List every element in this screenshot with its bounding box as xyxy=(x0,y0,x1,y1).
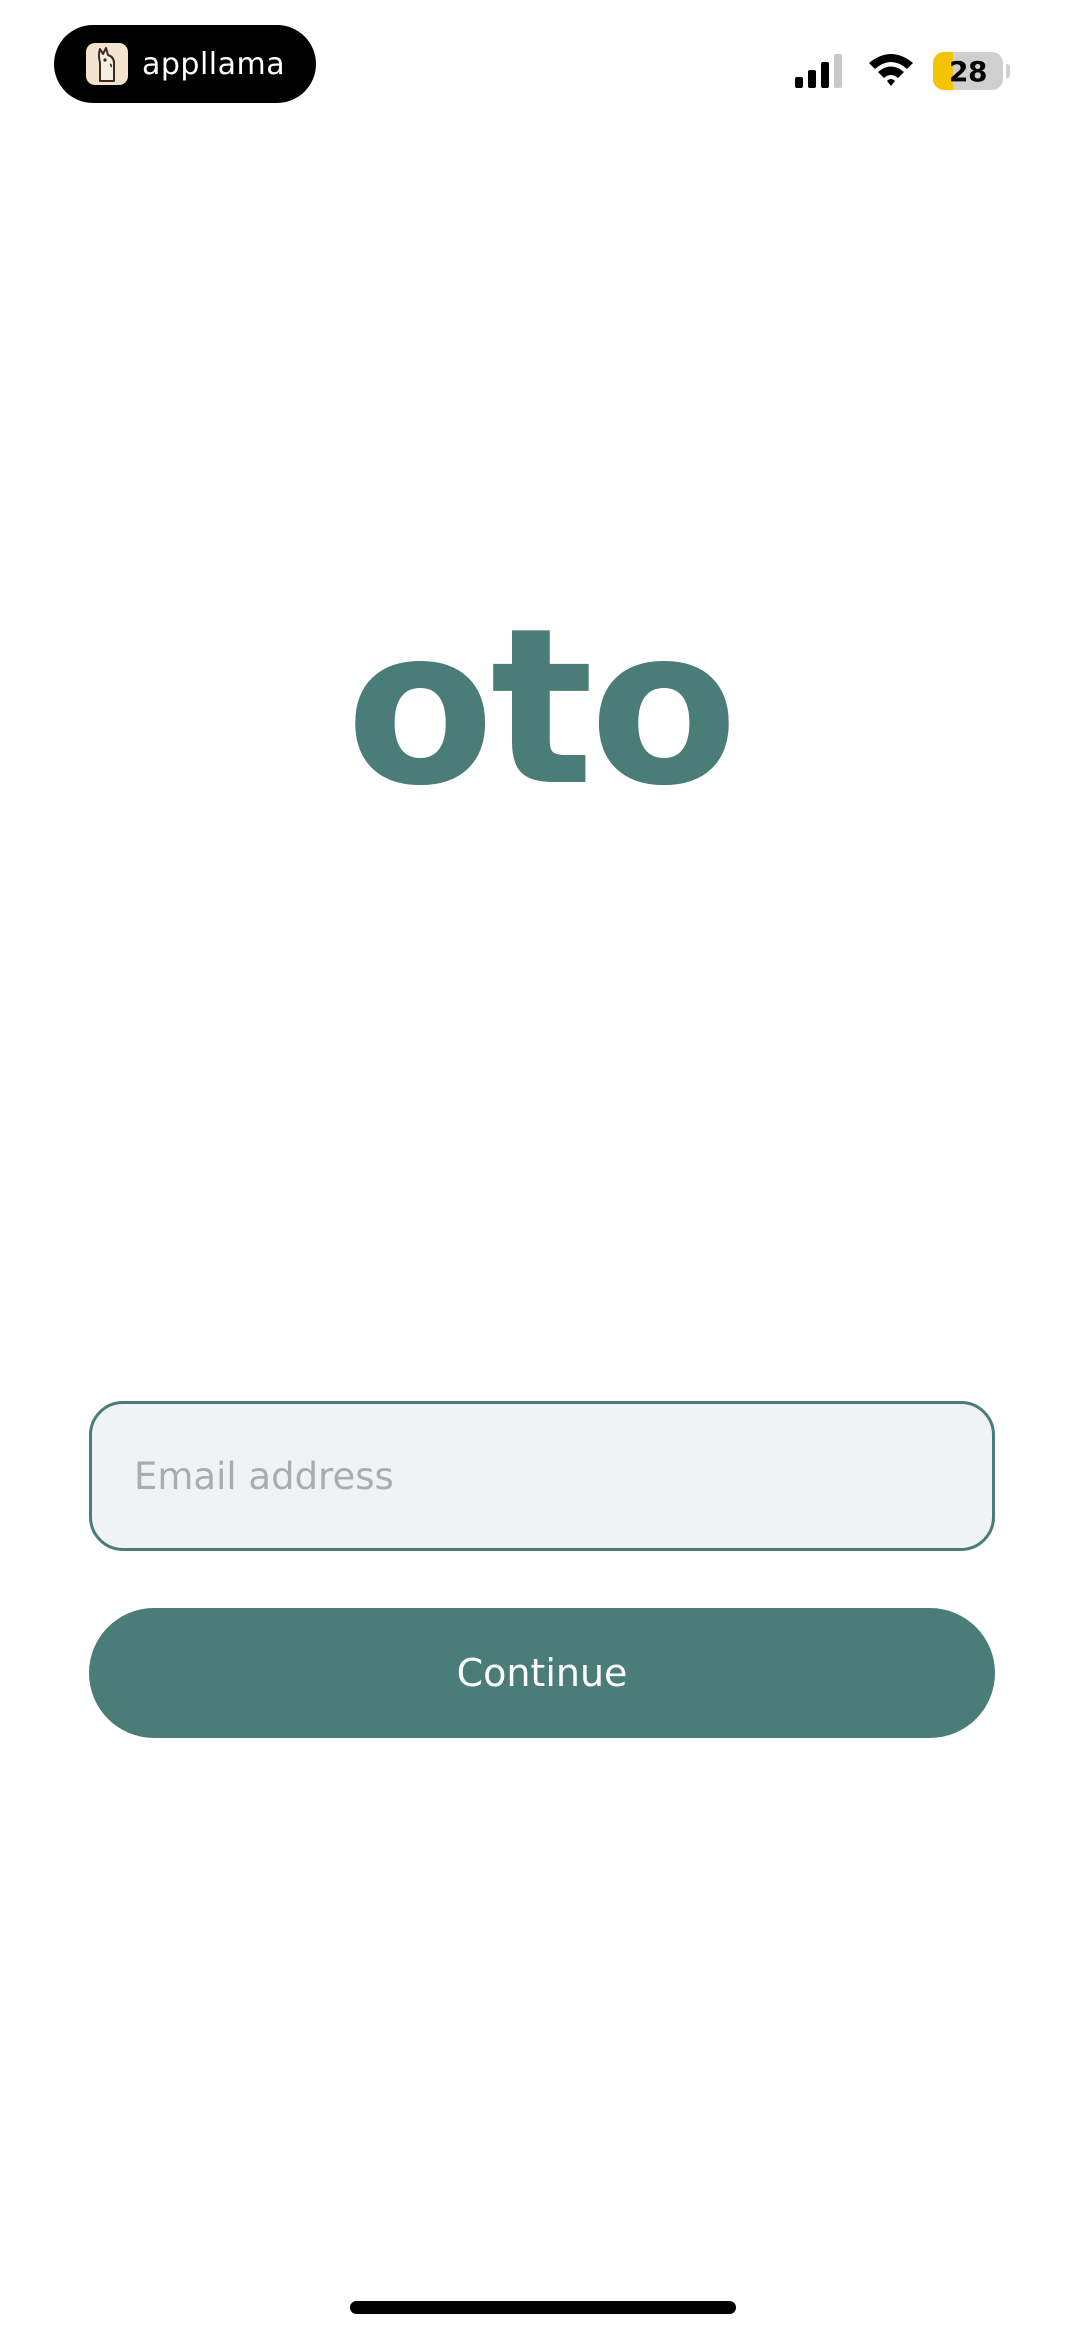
app-pill-label: appllama xyxy=(142,46,286,82)
battery-icon: 28 xyxy=(933,52,1003,90)
app-logo: oto xyxy=(345,582,738,833)
continue-button[interactable]: Continue xyxy=(89,1608,995,1738)
battery-level-text: 28 xyxy=(949,54,987,88)
app-pill[interactable]: appllama xyxy=(54,25,316,103)
cellular-signal-icon xyxy=(795,54,847,88)
home-indicator[interactable] xyxy=(350,2301,736,2314)
email-input[interactable] xyxy=(89,1401,995,1551)
wifi-icon xyxy=(867,51,915,92)
battery-tip xyxy=(1006,64,1010,78)
status-indicators: 28 xyxy=(795,50,1010,92)
llama-icon xyxy=(86,43,128,85)
